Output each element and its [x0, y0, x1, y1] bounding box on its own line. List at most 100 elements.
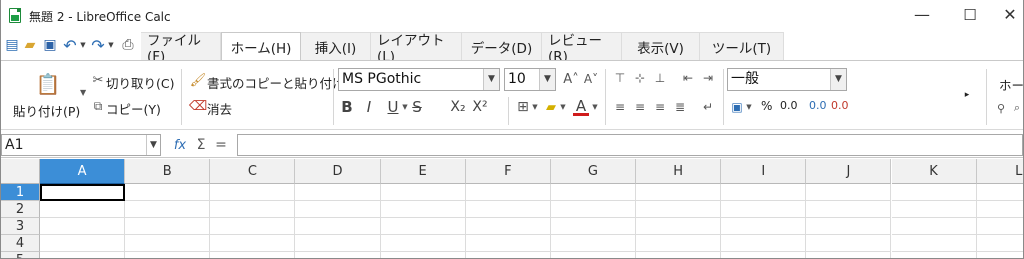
subscript-icon[interactable]: X₂ — [448, 98, 468, 116]
cell-a4[interactable] — [40, 235, 126, 252]
cell-l4[interactable] — [976, 235, 1023, 252]
cell-i3[interactable] — [721, 218, 807, 235]
column-header-k[interactable]: K — [891, 159, 977, 184]
tab-layout[interactable]: レイアウト(L) — [371, 32, 462, 65]
cell-a5[interactable] — [40, 252, 126, 258]
bold-icon[interactable]: B — [339, 98, 355, 116]
cell-b2[interactable] — [125, 201, 211, 218]
row-header-1[interactable]: 1 — [1, 184, 40, 201]
align-right-icon[interactable]: ≡ — [653, 99, 667, 115]
column-header-f[interactable]: F — [465, 159, 551, 184]
cell-k1[interactable] — [891, 184, 977, 201]
cell-e3[interactable] — [380, 218, 466, 235]
cell-g4[interactable] — [550, 235, 637, 252]
percent-button[interactable]: % — [761, 99, 772, 113]
cell-l3[interactable] — [976, 218, 1023, 235]
chevron-down-icon[interactable]: ▼ — [539, 69, 555, 90]
column-header-h[interactable]: H — [636, 159, 722, 184]
cell-i5[interactable] — [721, 252, 807, 258]
clone-formatting-icon[interactable]: 🖌 — [190, 73, 207, 88]
paste-dropdown-icon[interactable]: ▼ — [80, 88, 86, 97]
cell-l5[interactable] — [976, 252, 1023, 258]
cell-c3[interactable] — [210, 218, 296, 235]
increase-indent-icon[interactable]: ⇥ — [701, 70, 715, 86]
cell-c5[interactable] — [210, 252, 296, 258]
cell-h3[interactable] — [636, 218, 722, 235]
undo-dropdown-icon[interactable]: ▼ — [78, 36, 88, 54]
cell-e1[interactable] — [380, 184, 466, 201]
font-color-dropdown-icon[interactable]: ▼ — [591, 98, 599, 116]
shrink-font-icon[interactable]: A˅ — [583, 70, 599, 88]
chevron-down-icon[interactable]: ▼ — [146, 135, 160, 155]
cell-d3[interactable] — [295, 218, 381, 235]
cell-k2[interactable] — [891, 201, 977, 218]
overflow-tab-label[interactable]: ホー — [999, 75, 1023, 94]
paste-button[interactable]: 貼り付け(P) — [13, 101, 80, 120]
cell-i2[interactable] — [721, 201, 807, 218]
copy-button[interactable]: コピー(Y) — [106, 99, 161, 118]
find-next-icon[interactable]: ⌕ — [1011, 101, 1023, 115]
tab-insert[interactable]: 挿入(I) — [301, 32, 371, 60]
tab-file[interactable]: ファイル(F) — [141, 32, 221, 65]
cell-h5[interactable] — [636, 252, 722, 258]
cell-g5[interactable] — [550, 252, 637, 258]
align-bottom-icon[interactable]: ⊥ — [653, 70, 667, 86]
number-format-combo[interactable]: 一般 ▼ — [727, 68, 847, 91]
row-header-4[interactable]: 4 — [1, 235, 40, 252]
column-header-i[interactable]: I — [721, 159, 807, 184]
grow-font-icon[interactable]: A˄ — [563, 70, 579, 88]
cell-f1[interactable] — [465, 184, 551, 201]
italic-icon[interactable]: I — [361, 98, 377, 116]
font-color-icon[interactable]: A — [573, 97, 589, 116]
column-header-g[interactable]: G — [550, 159, 637, 184]
column-header-d[interactable]: D — [295, 159, 381, 184]
cell-i4[interactable] — [721, 235, 807, 252]
decimal-format-button[interactable]: 0.0 — [780, 99, 798, 112]
cell-g3[interactable] — [550, 218, 637, 235]
cell-h4[interactable] — [636, 235, 722, 252]
cell-j5[interactable] — [806, 252, 892, 258]
cell-b1[interactable] — [125, 184, 211, 201]
cut-icon[interactable]: ✂ — [91, 73, 105, 88]
cell-l2[interactable] — [976, 201, 1023, 218]
font-size-combo[interactable]: 10 ▼ — [504, 68, 556, 91]
name-box[interactable]: A1 ▼ — [1, 134, 161, 156]
cell-a1[interactable] — [40, 184, 126, 201]
column-header-l[interactable]: L — [976, 159, 1023, 184]
clear-icon[interactable]: ⌫ — [189, 99, 207, 114]
formula-input[interactable] — [237, 134, 1023, 156]
cell-i1[interactable] — [721, 184, 807, 201]
cell-d1[interactable] — [295, 184, 381, 201]
cell-f4[interactable] — [465, 235, 551, 252]
cell-h2[interactable] — [636, 201, 722, 218]
highlight-dropdown-icon[interactable]: ▼ — [559, 98, 567, 116]
add-decimal-button[interactable]: 0.0 — [809, 99, 827, 112]
borders-dropdown-icon[interactable]: ▼ — [531, 98, 539, 116]
cell-h1[interactable] — [636, 184, 722, 201]
cell-g2[interactable] — [550, 201, 637, 218]
row-header-3[interactable]: 3 — [1, 218, 40, 235]
align-middle-icon[interactable]: ⊹ — [633, 70, 647, 86]
cell-d2[interactable] — [295, 201, 381, 218]
cell-b3[interactable] — [125, 218, 211, 235]
column-header-b[interactable]: B — [125, 159, 211, 184]
cell-l1[interactable] — [976, 184, 1023, 201]
cell-b4[interactable] — [125, 235, 211, 252]
superscript-icon[interactable]: X² — [470, 98, 490, 116]
align-left-icon[interactable]: ≡ — [613, 99, 627, 115]
cell-b5[interactable] — [125, 252, 211, 258]
cell-f3[interactable] — [465, 218, 551, 235]
strikethrough-icon[interactable]: S — [409, 98, 425, 116]
close-button[interactable]: ✕ — [997, 4, 1023, 26]
cell-c4[interactable] — [210, 235, 296, 252]
align-center-icon[interactable]: ≡ — [633, 99, 647, 115]
cell-d5[interactable] — [295, 252, 381, 258]
cell-j4[interactable] — [806, 235, 892, 252]
clone-formatting-button[interactable]: 書式のコピーと貼り付け — [207, 73, 345, 92]
chevron-down-icon[interactable]: ▼ — [830, 69, 846, 90]
column-header-c[interactable]: C — [210, 159, 296, 184]
cell-e2[interactable] — [380, 201, 466, 218]
find-icon[interactable]: ⚲ — [994, 101, 1008, 115]
new-document-icon[interactable]: ▤ — [3, 36, 21, 54]
print-icon[interactable]: ⎙ — [119, 36, 137, 54]
